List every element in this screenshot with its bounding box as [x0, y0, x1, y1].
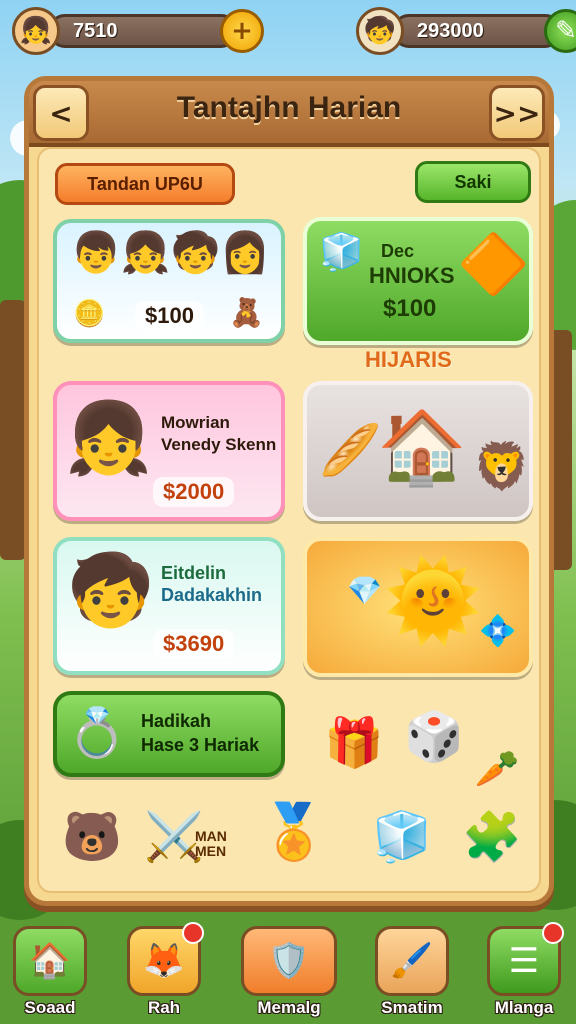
puzzle-toy-icon[interactable]: 🧩: [459, 803, 525, 869]
kids-group-icon: 👦👧🧒👩: [71, 230, 271, 276]
nav-label: Soaad: [24, 998, 76, 1017]
gold-gem-icon: 🔶: [457, 230, 530, 298]
girl-avatar-icon[interactable]: 👧: [12, 7, 60, 55]
notification-dot: [182, 922, 204, 944]
dollar-badge-icon[interactable]: 🏅: [260, 799, 327, 865]
chevron-left-icon: <: [49, 96, 73, 130]
nav-smatim[interactable]: 🖌️ Smatim: [372, 926, 452, 1018]
blue-cube-icon[interactable]: 🧊: [369, 803, 435, 869]
daily-reward-button[interactable]: 💍 Hadikah Hase 3 Hariak: [53, 691, 285, 777]
back-button[interactable]: <: [33, 85, 89, 141]
girl-offer-price: $2000: [153, 477, 235, 507]
page-title: Tantajhn Harian: [176, 91, 402, 124]
girl-character-icon: 👧: [65, 397, 153, 479]
section-label: HIJARIS: [365, 347, 452, 372]
plus-icon: +: [231, 16, 253, 46]
pencil-icon: ✎: [555, 16, 576, 46]
reward-line1: Hadikah: [141, 711, 212, 731]
stick-icon: 🥖: [319, 421, 382, 479]
sun-coin-icon: 🌞: [383, 554, 483, 647]
gem-counter: 293000: [392, 14, 562, 48]
nav-label: Smatim: [381, 998, 443, 1017]
add-coins-button[interactable]: +: [220, 9, 264, 53]
toy-icon: 🧸: [229, 296, 264, 329]
daily-challenge-panel: < Tantajhn Harian >> Tandan UP6U Saki 👦👧…: [24, 76, 554, 906]
girl-offer-card[interactable]: 👧 Mowrian Venedy Skenn $2000: [53, 381, 285, 521]
lion-toy-icon: 🦁: [473, 439, 531, 493]
girl-card-line2: Venedy Skenn: [161, 435, 277, 454]
girl-card-line1: Mowrian: [161, 413, 230, 432]
ring-icon: 💍: [67, 705, 127, 761]
forward-button[interactable]: >>: [489, 85, 545, 141]
carrot-icon[interactable]: 🥕: [469, 741, 525, 797]
house-offer-card[interactable]: 🥖 🏠 🦁: [303, 381, 533, 521]
nav-memalg[interactable]: 🛡️ Memalg: [240, 926, 338, 1018]
gem-icon: 💎: [347, 574, 382, 607]
boy-avatar-icon[interactable]: 🧒: [356, 7, 404, 55]
drink-offer-card[interactable]: 🧒 Eitdelin Dadakakhin $3690: [53, 537, 285, 675]
nav-soaad[interactable]: 🏠 Soaad: [10, 926, 90, 1018]
notification-dot: [542, 922, 564, 944]
tandan-tab-button[interactable]: Tandan UP6U: [55, 163, 235, 205]
badge-label: MAN MEN: [195, 828, 227, 860]
nav-label: Memalg: [257, 998, 321, 1017]
currency-hud-left: 👧 7510 +: [12, 7, 264, 55]
dice-icon[interactable]: 🎲: [401, 703, 467, 769]
nav-mlanga[interactable]: ☰ Mlanga: [484, 922, 564, 1018]
blocks-bundle-price: $100: [383, 295, 437, 322]
house-icon: 🏠: [13, 926, 87, 996]
drink-card-line1: Eitdelin: [161, 563, 227, 583]
reward-line2: Hase 3 Hariak: [141, 735, 260, 755]
nav-label: Rah: [147, 998, 181, 1017]
blocks-bundle-card[interactable]: 🧊 Dec HNIOKS $100 🔶: [303, 217, 533, 345]
gold-coins-icon: 🪙: [73, 299, 106, 329]
coin-reward-card[interactable]: 💎 🌞 💠: [303, 537, 533, 677]
saki-button[interactable]: Saki: [415, 161, 531, 203]
kids-bundle-card[interactable]: 👦👧🧒👩 🪙 $100 🧸: [53, 219, 285, 343]
coin-counter: 7510: [48, 14, 238, 48]
treasure-chest-icon[interactable]: 🎁: [321, 709, 387, 775]
nav-rah[interactable]: 🦊 Rah: [124, 922, 204, 1018]
blocks-card-line1: Dec: [381, 241, 415, 261]
kids-bundle-price: $100: [135, 301, 204, 331]
shield-icon: 🛡️: [241, 926, 337, 996]
bear-toy-icon[interactable]: 🐻: [59, 803, 125, 869]
pink-gem-icon: 💠: [479, 614, 517, 649]
nav-label: Mlanga: [494, 998, 554, 1017]
drink-card-line2: Dadakakhin: [161, 585, 263, 605]
chevron-right-icon: >>: [493, 96, 541, 130]
blocks-card-line2: HNIOKS: [369, 263, 455, 288]
currency-hud-right: 🧒 293000 ✎: [356, 7, 576, 55]
brush-icon: 🖌️: [375, 926, 449, 996]
house-icon: 🏠: [377, 405, 467, 489]
boy-cup-character-icon: 🧒: [67, 549, 155, 631]
bottom-navigation: 🏠 Soaad 🦊 Rah 🛡️ Memalg 🖌️ Smatim ☰ Mlan…: [0, 914, 576, 1024]
toy-blocks-icon: 🧊: [319, 232, 364, 273]
drink-offer-price: $3690: [153, 629, 235, 659]
